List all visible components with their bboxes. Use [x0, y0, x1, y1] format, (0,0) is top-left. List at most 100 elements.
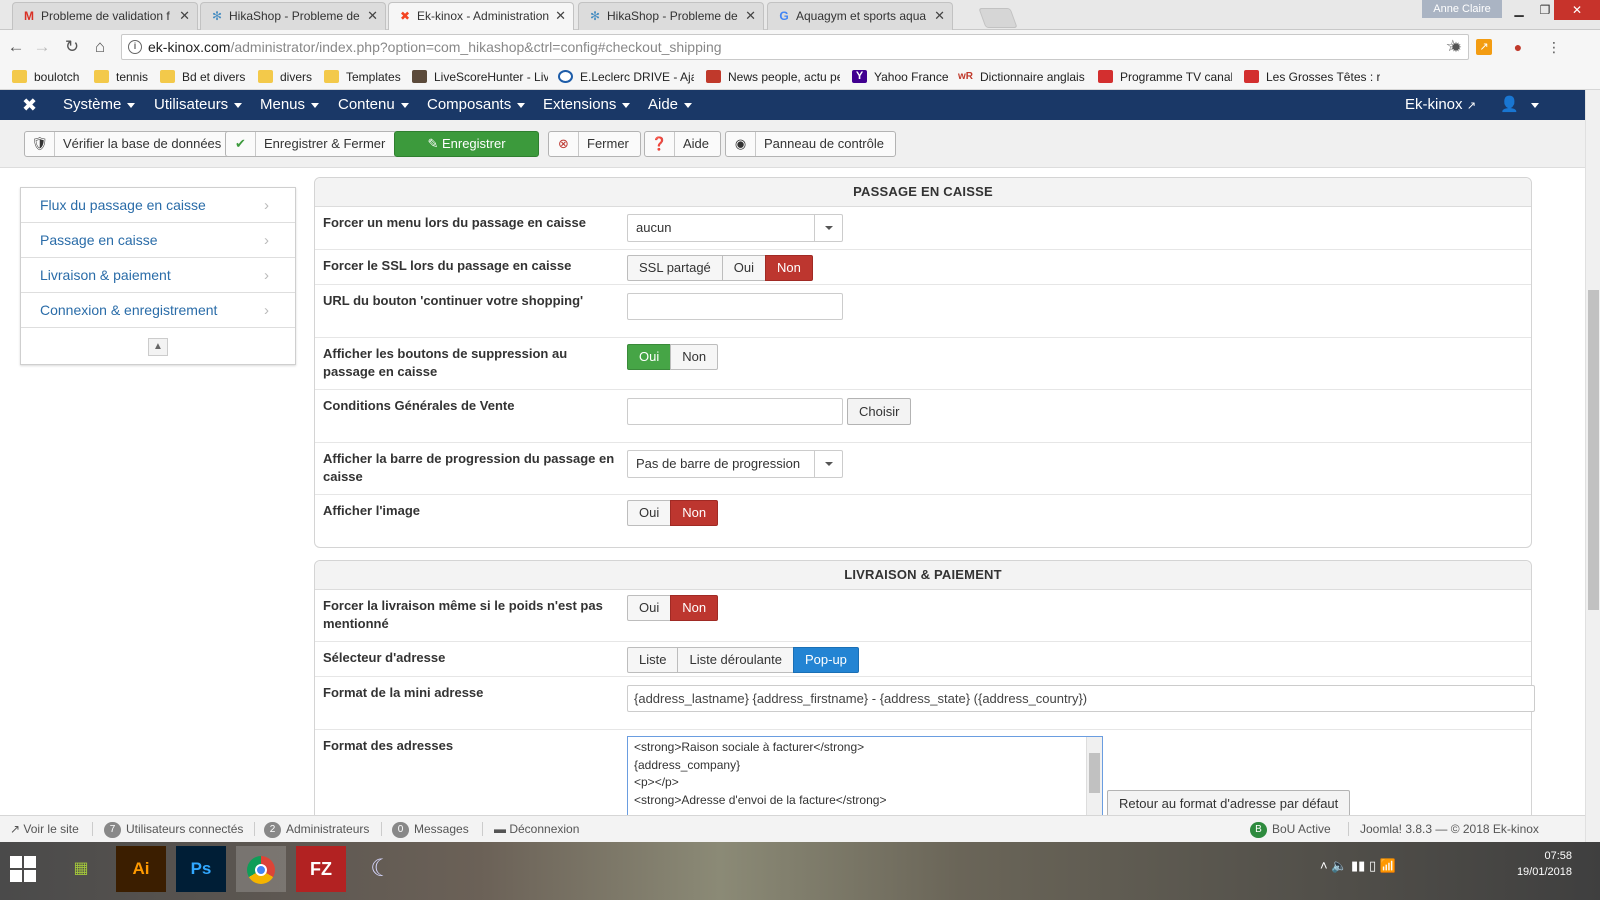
home-icon[interactable]: ⌂ [88, 36, 112, 58]
option-yes[interactable]: Oui [627, 344, 672, 370]
spreadsheet-app-icon[interactable]: ▦ [56, 846, 106, 892]
page-scroll-thumb[interactable] [1588, 290, 1599, 610]
help-button[interactable]: ❓ Aide [644, 131, 722, 157]
maximize-icon[interactable]: ❐ [1536, 0, 1554, 20]
bookmark-tennis[interactable]: tennis [94, 68, 154, 86]
bookmark-news[interactable]: News people, actu pe [706, 68, 840, 86]
bou-status[interactable]: B BoU Active [1250, 816, 1331, 842]
close-icon[interactable]: ✕ [555, 3, 566, 29]
menu-menus[interactable]: Menus [260, 90, 320, 120]
close-icon[interactable]: ✕ [179, 3, 190, 29]
browser-tab-hikashop-1[interactable]: ✻ HikaShop - Probleme de ✕ [200, 2, 386, 30]
bookmark-programme-tv[interactable]: Programme TV canal [1098, 68, 1232, 86]
bookmark-grosses-tetes[interactable]: Les Grosses Têtes : re [1244, 68, 1380, 86]
connected-users-link[interactable]: 7 Utilisateurs connectés [104, 816, 243, 842]
filezilla-icon[interactable]: FZ [296, 846, 346, 892]
close-button[interactable]: ⊗ Fermer [548, 131, 641, 157]
menu-systeme[interactable]: Système [63, 90, 136, 120]
menu-extensions[interactable]: Extensions [543, 90, 631, 120]
bookmark-templates[interactable]: Templates [324, 68, 406, 86]
url-host: ek-kinox.com [148, 39, 231, 55]
reset-address-format-button[interactable]: Retour au format d'adresse par défaut [1107, 790, 1351, 817]
tray-battery-icon[interactable]: ▯ [1369, 858, 1376, 873]
option-no[interactable]: Non [765, 255, 813, 281]
browser-tab-google[interactable]: G Aquagym et sports aqua ✕ [767, 2, 953, 30]
windows-start-icon[interactable] [10, 856, 38, 884]
minimize-icon[interactable]: ▁ [1502, 0, 1536, 20]
sidenav-item-checkout-flow[interactable]: Flux du passage en caisse › [21, 188, 295, 223]
sidenav-item-checkout[interactable]: Passage en caisse › [21, 223, 295, 258]
option-dropdown[interactable]: Liste déroulante [677, 647, 794, 673]
force-menu-select[interactable]: aucun [627, 214, 843, 242]
bookmark-boulotch[interactable]: boulotch [12, 68, 92, 86]
user-menu[interactable]: 👤 [1500, 90, 1539, 120]
bookmark-dictionnaire[interactable]: wR Dictionnaire anglais [958, 68, 1088, 86]
chrome-icon[interactable] [236, 846, 286, 892]
info-icon[interactable]: i [128, 40, 142, 54]
choose-button[interactable]: Choisir [847, 398, 912, 425]
back-icon[interactable]: ← [4, 36, 28, 58]
extension-record-icon[interactable]: ● [1508, 37, 1528, 57]
control-panel-button[interactable]: ◉ Panneau de contrôle [725, 131, 896, 157]
option-popup[interactable]: Pop-up [792, 647, 859, 673]
joomla-logo-icon[interactable]: ✖ [22, 95, 37, 115]
reload-icon[interactable]: ↻ [60, 36, 84, 58]
menu-aide[interactable]: Aide [648, 90, 693, 120]
bookmark-livescore[interactable]: LiveScoreHunter - Liv [412, 68, 548, 86]
option-no[interactable]: Non [670, 595, 719, 621]
tray-up-icon[interactable]: ˄ [1320, 858, 1328, 873]
close-icon[interactable]: ✕ [745, 3, 756, 29]
save-close-button[interactable]: ✔ Enregistrer & Fermer [225, 131, 398, 157]
terms-input[interactable] [627, 398, 843, 425]
extension-chart-icon[interactable]: ↗ [1476, 39, 1492, 55]
app-crescent-icon[interactable]: ☾ [356, 846, 406, 892]
view-site-link[interactable]: ↗ Voir le site [10, 816, 79, 842]
messages-link[interactable]: 0 Messages [392, 816, 469, 842]
bookmark-bd[interactable]: Bd et divers [160, 68, 250, 86]
progress-bar-select[interactable]: Pas de barre de progression [627, 450, 843, 478]
administrators-link[interactable]: 2 Administrateurs [264, 816, 369, 842]
bookmark-leclerc[interactable]: E.Leclerc DRIVE - Ajac [558, 68, 694, 86]
tray-volume-icon[interactable]: 🔈 [1331, 858, 1347, 873]
close-icon[interactable]: ✕ [367, 3, 378, 29]
sidenav-item-shipping-payment[interactable]: Livraison & paiement › [21, 258, 295, 293]
menu-contenu[interactable]: Contenu [338, 90, 409, 120]
option-yes[interactable]: Oui [627, 595, 672, 621]
browser-user-chip[interactable]: Anne Claire [1422, 0, 1502, 18]
bookmark-divers[interactable]: divers [258, 68, 318, 86]
page-scrollbar[interactable] [1585, 90, 1600, 842]
logout-link[interactable]: ▬ Déconnexion [494, 816, 579, 842]
taskbar-clock[interactable]: 07:58 19/01/2018 [1517, 848, 1572, 880]
browser-tab-ekkinox[interactable]: ✖ Ek-kinox - Administration ✕ [388, 2, 574, 30]
tray-wifi-icon[interactable]: 📶 [1380, 858, 1396, 873]
tray-network-icon[interactable]: ▮▮ [1351, 858, 1365, 873]
option-yes[interactable]: Oui [721, 255, 767, 281]
option-no[interactable]: Non [670, 500, 719, 526]
save-button[interactable]: ✎ Enregistrer [394, 131, 539, 157]
photoshop-icon[interactable]: Ps [176, 846, 226, 892]
illustrator-icon[interactable]: Ai [116, 846, 166, 892]
browser-tab-gmail[interactable]: M Probleme de validation f ✕ [12, 2, 198, 30]
textarea-scroll-thumb[interactable] [1089, 753, 1100, 793]
mini-address-input[interactable]: {address_lastname} {address_firstname} -… [627, 685, 1535, 712]
forward-icon[interactable]: → [30, 36, 54, 58]
menu-dots-icon[interactable]: ⋮ [1544, 37, 1564, 57]
option-ssl-shared[interactable]: SSL partagé [627, 255, 723, 281]
browser-tab-hikashop-2[interactable]: ✻ HikaShop - Probleme de ✕ [578, 2, 764, 30]
bookmark-yahoo[interactable]: Y Yahoo France [852, 68, 952, 86]
check-database-button[interactable]: 🛡 Vérifier la base de données [24, 131, 234, 157]
close-icon[interactable]: ✕ [934, 3, 945, 29]
url-input[interactable]: i ek-kinox.com/administrator/index.php?o… [121, 34, 1469, 60]
option-list[interactable]: Liste [627, 647, 679, 673]
option-yes[interactable]: Oui [627, 500, 672, 526]
new-tab-button[interactable] [978, 8, 1018, 28]
continue-url-input[interactable] [627, 293, 843, 320]
menu-utilisateurs[interactable]: Utilisateurs [154, 90, 243, 120]
option-no[interactable]: Non [670, 344, 719, 370]
window-close-icon[interactable]: ✕ [1554, 0, 1600, 20]
menu-composants[interactable]: Composants [427, 90, 526, 120]
site-link[interactable]: Ek-kinox ↗ [1405, 90, 1476, 120]
collapse-up-icon[interactable]: ▲ [148, 338, 168, 356]
sidenav-item-login-register[interactable]: Connexion & enregistrement › [21, 293, 295, 328]
extension-icon[interactable]: ✹ [1446, 37, 1466, 57]
